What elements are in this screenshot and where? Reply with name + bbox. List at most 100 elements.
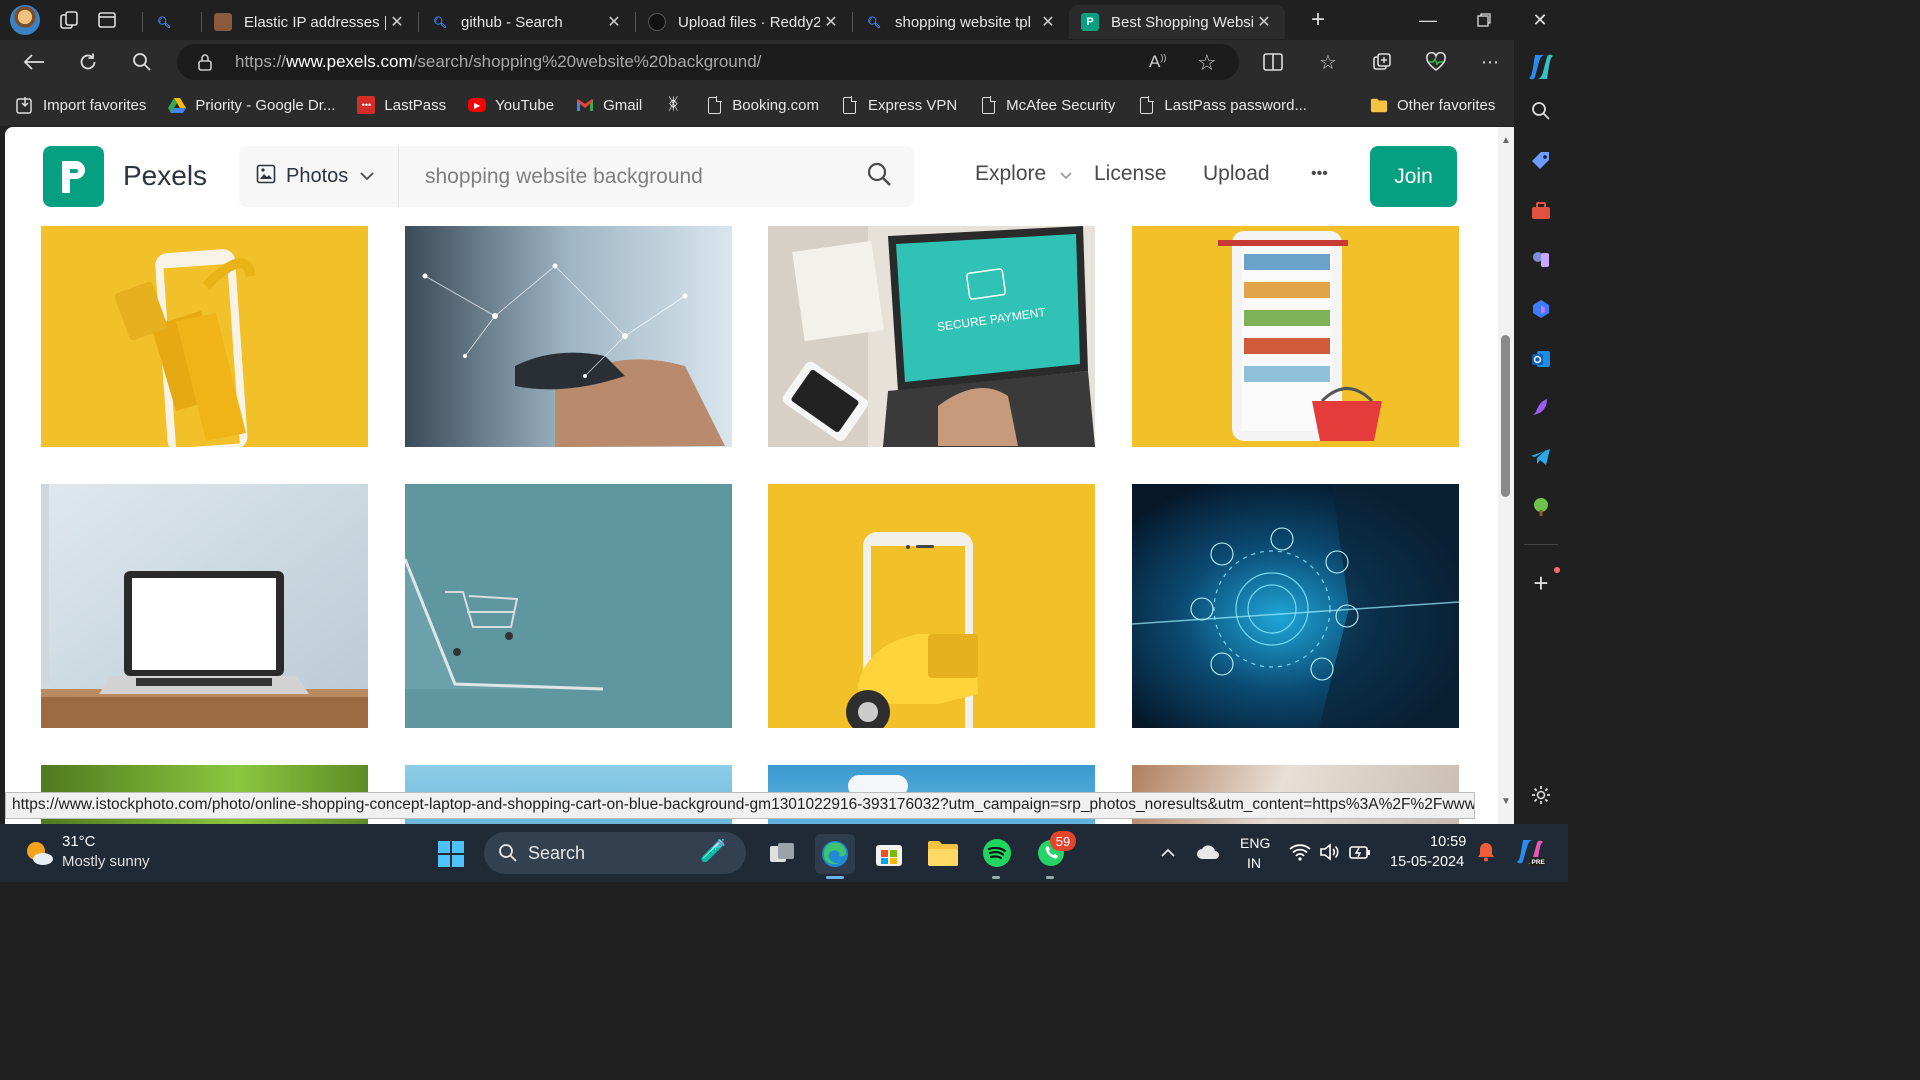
fav-booking[interactable]: Booking.com (705, 95, 819, 114)
minimize-icon[interactable]: — (1400, 0, 1456, 40)
copilot-icon[interactable] (1526, 52, 1556, 82)
more-options-icon[interactable]: ••• (1311, 165, 1328, 183)
tab-actions-icon[interactable] (88, 1, 126, 39)
photo-card[interactable] (768, 484, 1095, 728)
outlook-icon[interactable] (1528, 346, 1554, 372)
weather-sun-icon[interactable] (22, 836, 56, 870)
fav-other-favorites[interactable]: Other favorites (1370, 96, 1495, 114)
search-type-dropdown[interactable]: Photos (239, 146, 399, 207)
photo-card[interactable] (405, 484, 732, 728)
fav-express-vpn[interactable]: Express VPN (841, 95, 957, 114)
gear-icon[interactable] (1528, 782, 1554, 808)
folder-icon (1370, 96, 1388, 114)
tab-search-1[interactable]: 🔍︎ (143, 5, 201, 39)
address-bar[interactable]: https://www.pexels.com/search/shopping%2… (177, 44, 1239, 80)
telegram-icon[interactable] (1528, 444, 1554, 470)
photo-card[interactable] (1132, 484, 1459, 728)
chevron-down-icon (1060, 162, 1072, 186)
restore-icon[interactable] (1456, 0, 1512, 40)
fav-google-drive[interactable]: Priority - Google Dr... (168, 96, 335, 114)
fav-lastpass[interactable]: ••• LastPass (357, 96, 446, 114)
workspaces-icon[interactable] (50, 1, 88, 39)
fav-lastpass-password[interactable]: LastPass password... (1137, 95, 1307, 114)
search-icon[interactable] (1528, 98, 1554, 124)
close-tab-icon[interactable]: ✕ (1253, 12, 1275, 32)
svg-text:PRE: PRE (1532, 859, 1546, 866)
designer-icon[interactable] (1528, 394, 1554, 420)
search-icon[interactable] (124, 44, 160, 80)
notification-bell-icon[interactable] (1474, 840, 1498, 864)
tab-shopping-website[interactable]: 🔍︎ shopping website tpl ✕ (853, 5, 1069, 39)
region-indicator[interactable]: IN (1247, 855, 1261, 871)
close-tab-icon[interactable]: ✕ (603, 12, 625, 32)
shopping-tag-icon[interactable] (1528, 148, 1554, 174)
license-link[interactable]: License (1094, 162, 1166, 186)
add-sidebar-app-icon[interactable]: + (1528, 568, 1554, 598)
close-window-icon[interactable]: ✕ (1512, 0, 1568, 40)
tab-upload-files[interactable]: Upload files · Reddy2 ✕ (636, 5, 852, 39)
new-tab-icon[interactable]: + (1299, 1, 1337, 39)
split-screen-icon[interactable] (1255, 44, 1291, 80)
clock-date[interactable]: 15-05-2024 (1390, 854, 1464, 870)
battery-icon[interactable] (1348, 841, 1372, 863)
scrollbar-thumb[interactable] (1501, 335, 1510, 497)
upload-link[interactable]: Upload (1203, 162, 1270, 186)
explore-menu[interactable]: Explore (975, 162, 1072, 186)
tab-github-search[interactable]: 🔍︎ github - Search ✕ (419, 5, 635, 39)
join-button[interactable]: Join (1370, 146, 1457, 207)
vertical-scrollbar[interactable]: ▲ ▼ (1498, 127, 1514, 824)
fav-gmail[interactable]: Gmail (576, 96, 642, 114)
edge-taskbar-icon[interactable] (815, 834, 855, 874)
close-tab-icon[interactable]: ✕ (820, 12, 842, 32)
close-tab-icon[interactable]: ✕ (1037, 12, 1059, 32)
browser-essentials-icon[interactable] (1418, 44, 1454, 80)
chevron-up-icon[interactable] (1156, 840, 1180, 864)
refresh-icon[interactable] (70, 44, 106, 80)
brand-name[interactable]: Pexels (123, 160, 207, 192)
microsoft-store-icon[interactable] (872, 836, 906, 870)
games-icon[interactable] (1528, 246, 1554, 272)
fav-mcafee[interactable]: McAfee Security (979, 95, 1115, 114)
fav-youtube[interactable]: ▶ YouTube (468, 97, 554, 114)
photo-card[interactable] (405, 226, 732, 447)
favorite-star-icon[interactable]: ☆ (1197, 50, 1217, 76)
windows-start-icon[interactable] (436, 839, 466, 869)
favorites-icon[interactable]: ☆ (1310, 44, 1346, 80)
pexels-logo-icon[interactable] (43, 146, 104, 207)
read-aloud-icon[interactable]: A)) (1149, 52, 1166, 72)
file-explorer-icon[interactable] (926, 836, 960, 870)
profile-avatar[interactable] (0, 1, 50, 39)
microsoft-365-icon[interactable] (1528, 296, 1554, 322)
tab-best-shopping[interactable]: P Best Shopping Websi ✕ (1069, 5, 1285, 39)
settings-more-icon[interactable]: ⋯ (1472, 44, 1508, 80)
photo-card[interactable] (41, 226, 368, 447)
lock-icon[interactable] (197, 53, 213, 76)
language-indicator[interactable]: ENG (1240, 835, 1270, 851)
back-icon[interactable] (16, 44, 52, 80)
scroll-up-icon[interactable]: ▲ (1501, 135, 1511, 146)
wifi-icon[interactable] (1288, 841, 1312, 863)
clock-time[interactable]: 10:59 (1430, 834, 1466, 850)
photo-card[interactable]: SECURE PAYMENT (768, 226, 1095, 447)
search-highlight-icon: 🧪 (700, 838, 728, 863)
search-input[interactable]: shopping website background (425, 146, 703, 207)
close-tab-icon[interactable]: ✕ (386, 12, 408, 32)
tools-icon[interactable] (1528, 198, 1554, 224)
weather-status[interactable]: Mostly sunny (62, 853, 150, 870)
tree-icon[interactable] (1528, 494, 1554, 520)
temperature[interactable]: 31°C (62, 833, 96, 850)
fav-import-favorites[interactable]: Import favorites (16, 96, 146, 114)
task-view-icon[interactable] (766, 838, 798, 868)
search-icon[interactable] (866, 161, 896, 191)
copilot-pre-icon[interactable]: PRE (1514, 836, 1546, 868)
taskbar-search[interactable]: Search 🧪 (484, 832, 746, 874)
photo-card[interactable] (1132, 226, 1459, 447)
fav-butterfly[interactable]: ᛤ (664, 96, 691, 114)
collections-icon[interactable] (1364, 44, 1400, 80)
onedrive-icon[interactable] (1194, 840, 1222, 864)
volume-icon[interactable] (1318, 841, 1342, 863)
tab-elastic-ip[interactable]: Elastic IP addresses | ✕ (202, 5, 418, 39)
photo-card[interactable] (41, 484, 368, 728)
spotify-icon[interactable] (980, 836, 1014, 870)
scroll-down-icon[interactable]: ▼ (1501, 796, 1511, 807)
